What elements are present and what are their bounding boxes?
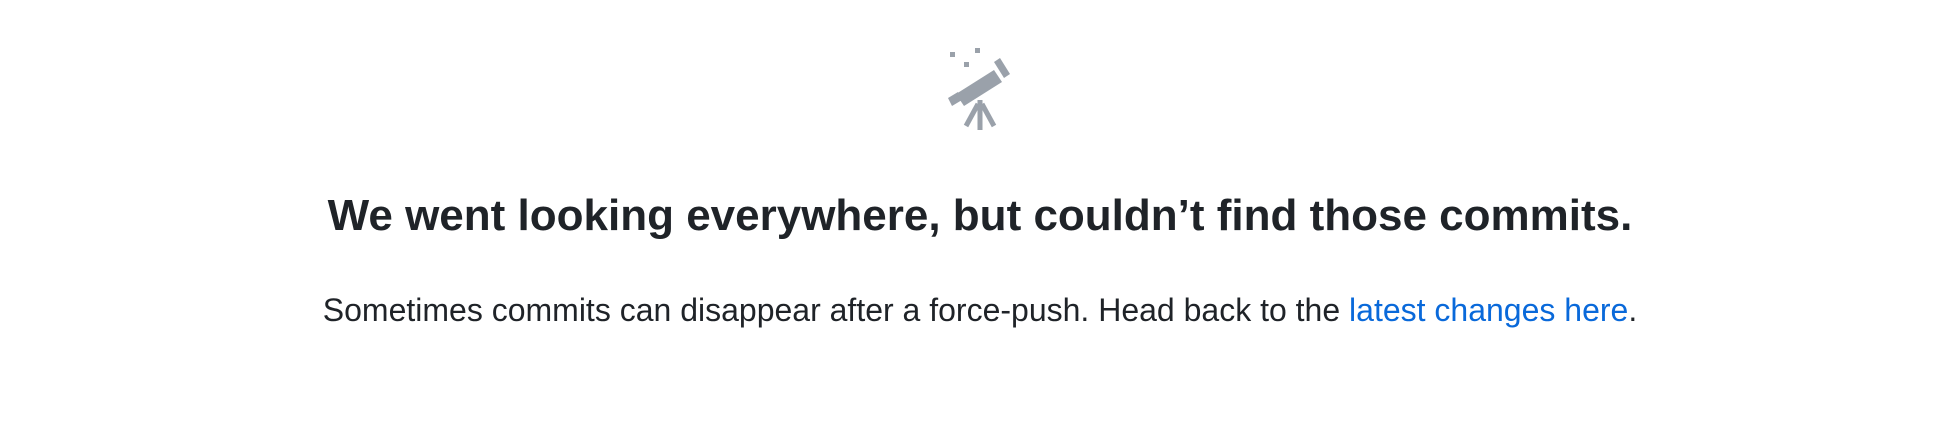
- blankslate-message: Sometimes commits can disappear after a …: [0, 290, 1960, 330]
- message-text: Sometimes commits can disappear after a …: [322, 292, 1350, 328]
- blankslate-title: We went looking everywhere, but couldn’t…: [327, 191, 1633, 240]
- latest-changes-link[interactable]: latest changes here: [1349, 292, 1628, 328]
- message-period: .: [1628, 292, 1638, 328]
- blankslate: We went looking everywhere, but couldn’t…: [0, 0, 1960, 422]
- telescope-icon: [944, 46, 1016, 132]
